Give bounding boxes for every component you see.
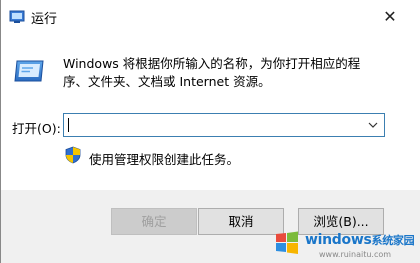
close-button[interactable]: ✕ xyxy=(377,4,403,30)
run-icon xyxy=(14,60,44,82)
open-combobox[interactable] xyxy=(63,113,385,137)
open-label: 打开(O): xyxy=(12,121,61,136)
chevron-down-icon[interactable] xyxy=(366,118,380,132)
admin-note: 使用管理权限创建此任务。 xyxy=(89,152,240,167)
ok-button[interactable]: 确定 xyxy=(111,208,197,235)
run-icon xyxy=(9,10,25,23)
run-dialog: 运行 ✕ Windows 将根据你所输入的名称，为你打开相应的程序、文件夹、文档… xyxy=(0,0,420,263)
close-icon: ✕ xyxy=(383,7,397,26)
watermark-brand: windows系统家园 xyxy=(305,232,415,248)
watermark-brand-text: windows xyxy=(305,232,372,248)
uac-shield-icon xyxy=(65,146,81,164)
text-caret xyxy=(68,118,69,132)
open-input[interactable] xyxy=(66,115,359,135)
window-title: 运行 xyxy=(31,12,58,27)
dialog-description: Windows 将根据你所输入的名称，为你打开相应的程序、文件夹、文档或 Int… xyxy=(63,56,361,89)
windows-logo-icon xyxy=(276,231,298,254)
watermark-url: www.ruinaitu.com xyxy=(319,250,392,259)
watermark: windows系统家园 www.ruinaitu.com xyxy=(269,222,420,263)
watermark-suffix: 系统家园 xyxy=(371,234,415,247)
title-bar: 运行 ✕ xyxy=(1,0,420,34)
